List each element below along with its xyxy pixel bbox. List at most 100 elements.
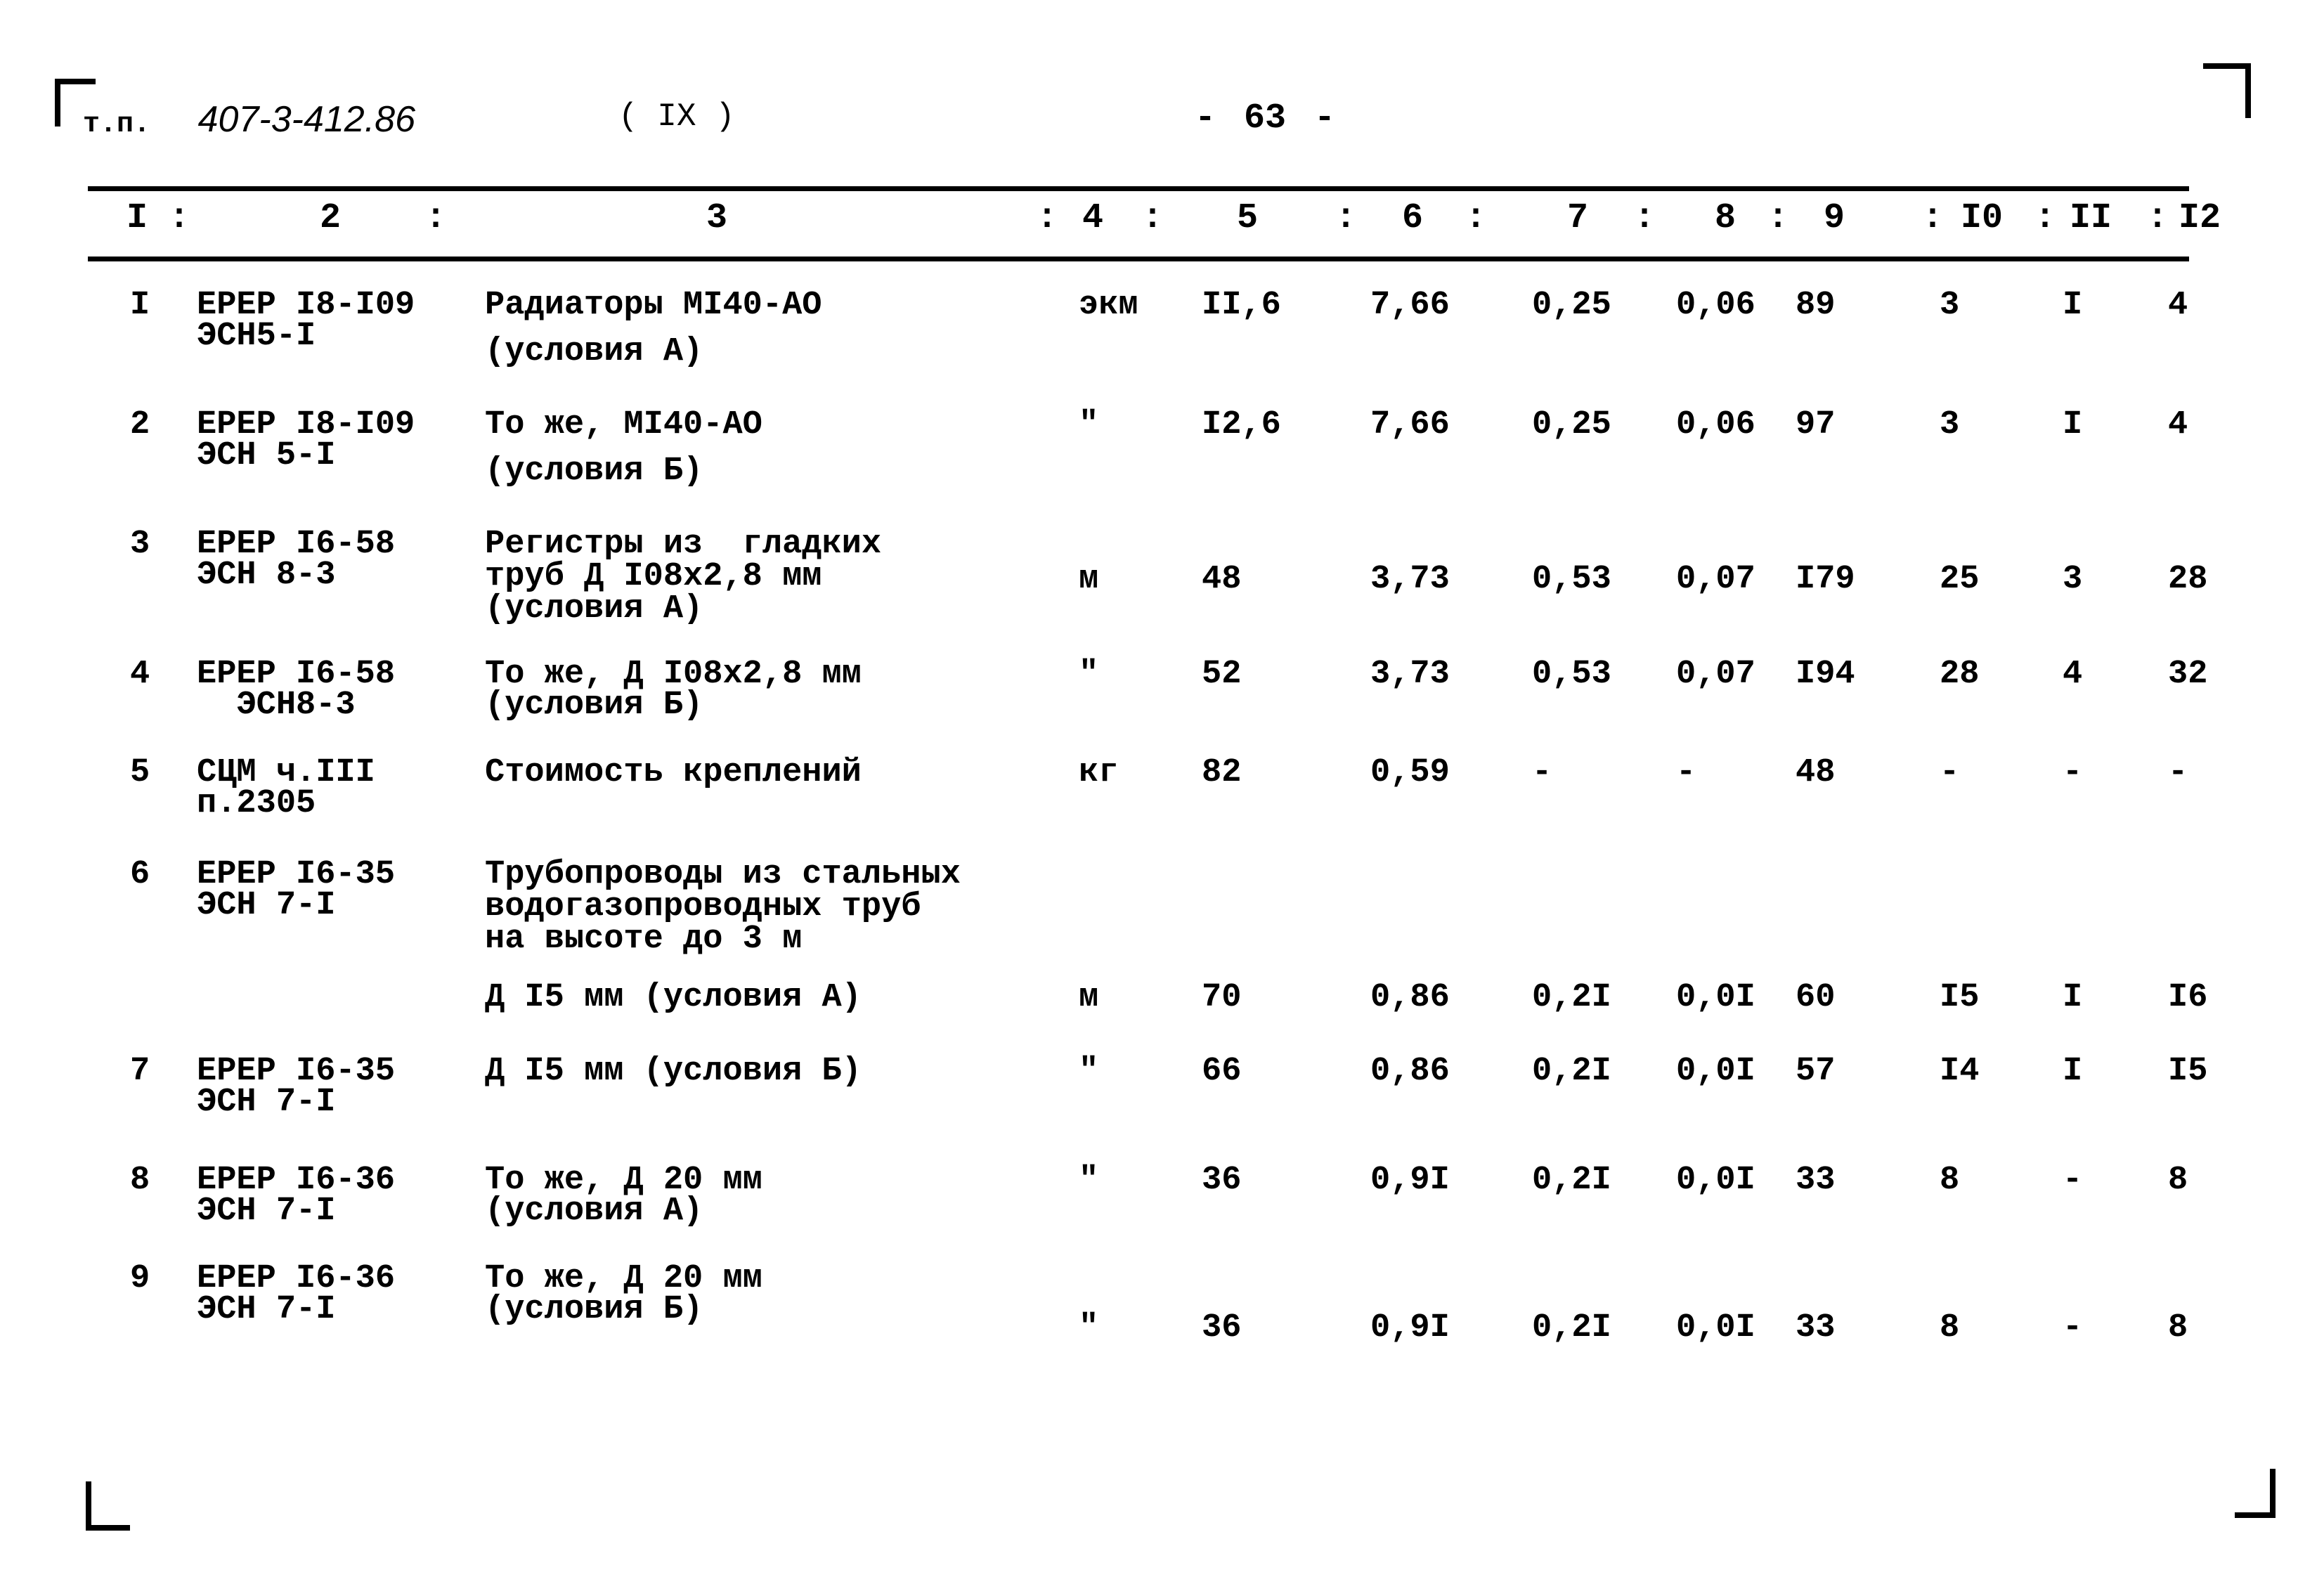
cell-c11: 3 [2063, 561, 2083, 598]
cell-c12: I6 [2168, 979, 2208, 1016]
page-number-value: 63 [1244, 98, 1287, 138]
work-description: Д I5 мм (условия А) [485, 979, 862, 1016]
column-separator: : [1335, 198, 1357, 238]
column-header-8: 8 [1715, 198, 1736, 238]
column-header-11: II [2070, 198, 2112, 238]
cell-c9: 33 [1796, 1162, 1836, 1199]
document-reference: т.п. 407-3-412.86 [83, 98, 415, 141]
cell-unit: м [1079, 979, 1099, 1016]
row-number: I [130, 287, 150, 324]
cell-c10: 25 [1940, 561, 1980, 598]
cell-unit: " [1079, 1309, 1099, 1346]
column-header-2: 2 [320, 198, 342, 238]
norm-reference: ЭСН 8-3 [197, 557, 336, 594]
cell-c5: 36 [1202, 1309, 1242, 1346]
work-description: Регистры из гладких [485, 526, 882, 563]
work-description: (условия А) [485, 333, 703, 370]
row-number: 8 [130, 1162, 150, 1199]
cell-c10: I5 [1940, 979, 1980, 1016]
cell-c6: 3,73 [1370, 656, 1450, 693]
cell-c12: I5 [2168, 1053, 2208, 1090]
column-header-6: 6 [1402, 198, 1424, 238]
cell-c10: - [1940, 754, 1960, 791]
cell-c9: 33 [1796, 1309, 1836, 1346]
cell-c10: 28 [1940, 656, 1980, 693]
cell-c5: 66 [1202, 1053, 1242, 1090]
cell-c5: I2,6 [1202, 406, 1281, 443]
cell-c8: 0,06 [1676, 287, 1755, 324]
work-description: Д I5 мм (условия Б) [485, 1053, 862, 1090]
cell-c5: 48 [1202, 561, 1242, 598]
doc-number: 407-3-412.86 [197, 99, 415, 140]
column-separator: : [425, 198, 447, 238]
work-description: Стоимость креплений [485, 754, 862, 791]
cell-c9: 89 [1796, 287, 1836, 324]
cell-c6: 3,73 [1370, 561, 1450, 598]
norm-reference: ЭСН 7-I [197, 1291, 336, 1328]
column-separator: : [1142, 198, 1164, 238]
column-separator: : [1922, 198, 1944, 238]
cell-c12: 4 [2168, 287, 2188, 324]
column-header-10: I0 [1961, 198, 2004, 238]
corner-mark-top-right [2203, 63, 2251, 118]
work-description: Трубопроводы из стальных [485, 856, 961, 893]
cell-c9: I94 [1796, 656, 1855, 693]
cell-c8: 0,0I [1676, 1053, 1755, 1090]
section-label: ( IX ) [618, 98, 735, 135]
cell-c8: 0,07 [1676, 656, 1755, 693]
cell-unit: экм [1079, 287, 1138, 324]
cell-c11: - [2063, 1309, 2083, 1346]
cell-c6: 0,9I [1370, 1162, 1450, 1199]
cell-c5: II,6 [1202, 287, 1281, 324]
cell-c8: 0,06 [1676, 406, 1755, 443]
work-description: (условия Б) [485, 1291, 703, 1328]
cell-c11: I [2063, 979, 2083, 1016]
cell-c8: 0,0I [1676, 979, 1755, 1016]
column-separator: : [2147, 198, 2169, 238]
column-header-3: 3 [706, 198, 728, 238]
work-description: Радиаторы МI40-АО [485, 287, 822, 324]
cell-c7: 0,25 [1532, 287, 1611, 324]
cell-c12: - [2168, 754, 2188, 791]
norm-reference: ЭСН 7-I [197, 1193, 336, 1230]
work-description: труб Д I08x2,8 мм [485, 558, 822, 595]
norm-reference: п.2305 [197, 785, 316, 822]
work-description: (условия Б) [485, 453, 703, 490]
cell-c11: - [2063, 754, 2083, 791]
cell-c11: - [2063, 1162, 2083, 1199]
cell-c12: 32 [2168, 656, 2208, 693]
cell-unit: " [1079, 1162, 1099, 1199]
cell-c6: 0,86 [1370, 1053, 1450, 1090]
column-separator: : [2034, 198, 2056, 238]
work-description: на высоте до 3 м [485, 921, 803, 958]
row-number: 2 [130, 406, 150, 443]
work-description: То же, МI40-АО [485, 406, 762, 443]
cell-c12: 8 [2168, 1162, 2188, 1199]
corner-mark-bottom-left [86, 1481, 130, 1531]
cell-c9: 48 [1796, 754, 1836, 791]
page-number: -63- [1195, 98, 1336, 138]
cell-c8: 0,07 [1676, 561, 1755, 598]
cell-c10: I4 [1940, 1053, 1980, 1090]
cell-c6: 0,86 [1370, 979, 1450, 1016]
cell-c6: 7,66 [1370, 406, 1450, 443]
column-separator: : [1465, 198, 1487, 238]
norm-reference: ЭСН5-I [197, 318, 316, 355]
doc-prefix: т.п. [83, 109, 151, 141]
cell-c5: 36 [1202, 1162, 1242, 1199]
work-description: (условия А) [485, 1193, 703, 1230]
work-description: водогазопроводных труб [485, 888, 921, 926]
row-number: 4 [130, 656, 150, 693]
cell-c12: 28 [2168, 561, 2208, 598]
column-separator: : [1634, 198, 1656, 238]
cell-c7: 0,53 [1532, 561, 1611, 598]
norm-reference: ЭСН8-3 [197, 687, 356, 724]
cell-c8: 0,0I [1676, 1162, 1755, 1199]
cell-c10: 3 [1940, 406, 1960, 443]
column-header-5: 5 [1237, 198, 1259, 238]
cell-c11: I [2063, 1053, 2083, 1090]
cell-c9: 97 [1796, 406, 1836, 443]
row-number: 7 [130, 1053, 150, 1090]
cell-c7: - [1532, 754, 1552, 791]
cell-c8: 0,0I [1676, 1309, 1755, 1346]
